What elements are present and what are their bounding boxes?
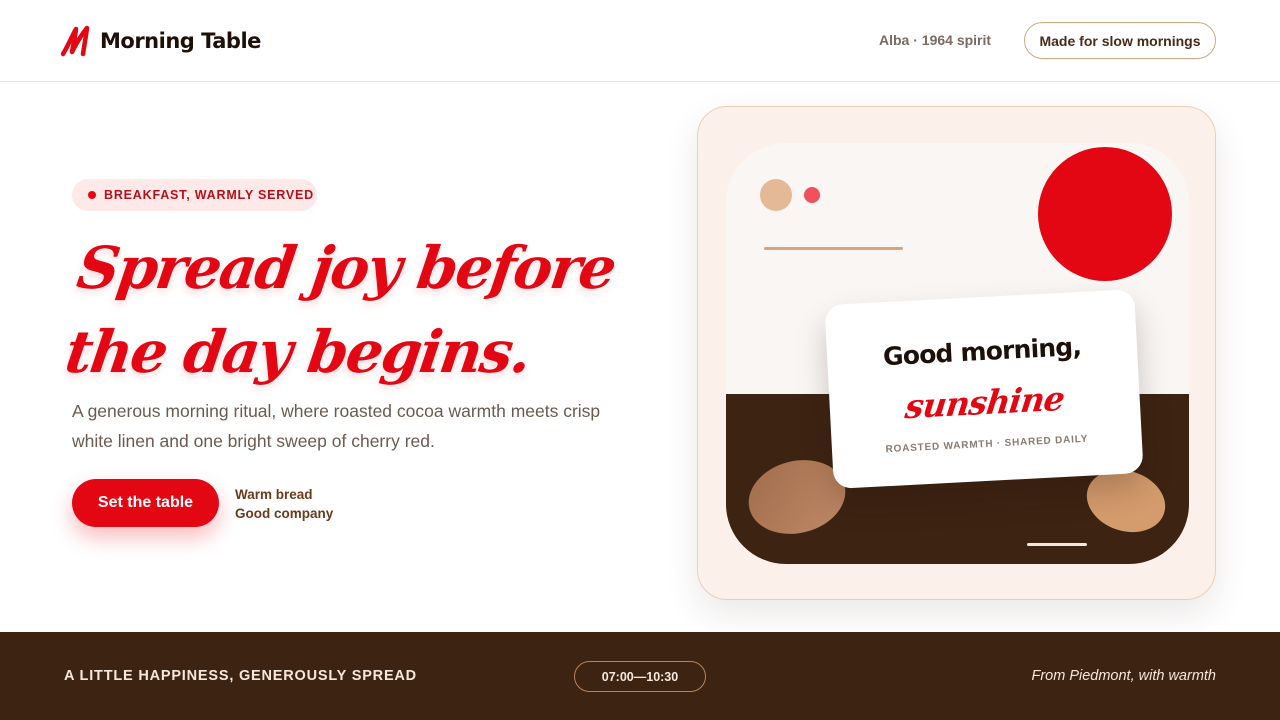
- logo-text: Morning Table: [100, 29, 261, 53]
- greeting-script: sunshine: [903, 378, 1067, 427]
- footer-slogan: A LITTLE HAPPINESS, GENEROUSLY SPREAD: [64, 668, 417, 684]
- slow-mornings-pill-button[interactable]: Made for slow mornings: [1024, 22, 1216, 59]
- set-the-table-button[interactable]: Set the table: [72, 479, 219, 527]
- breakfast-scene: Good morning, sunshine ROASTED WARMTH · …: [726, 143, 1189, 564]
- category-badge: BREAKFAST, WARMLY SERVED: [72, 179, 317, 211]
- headline-line-1: Spread joy before: [73, 234, 620, 302]
- badge-label: BREAKFAST, WARMLY SERVED: [104, 188, 314, 202]
- tan-line-decoration: [764, 247, 903, 250]
- greeting-title: Good morning,: [882, 331, 1082, 372]
- hero-headline: Spread joy before the day begins.: [60, 226, 644, 394]
- greeting-subtitle: ROASTED WARMTH · SHARED DAILY: [885, 433, 1089, 456]
- hero-illustration: Good morning, sunshine ROASTED WARMTH · …: [697, 106, 1216, 600]
- white-dash-decoration: [1027, 543, 1087, 546]
- headline-line-2: the day begins.: [61, 318, 535, 386]
- footer-band: A LITTLE HAPPINESS, GENEROUSLY SPREAD 07…: [0, 632, 1280, 720]
- logo[interactable]: Morning Table: [60, 24, 261, 58]
- red-dot-decoration: [804, 187, 820, 203]
- hero-description: A generous morning ritual, where roasted…: [72, 401, 601, 451]
- footer-origin: From Piedmont, with warmth: [1031, 668, 1216, 684]
- heritage-tagline: Alba · 1964 spirit: [879, 32, 992, 48]
- tan-dot-decoration: [760, 179, 792, 211]
- site-header: Morning Table Alba · 1964 spirit Made fo…: [0, 0, 1280, 82]
- cta-notes: Warm bread Good company: [235, 485, 333, 523]
- note-warm-bread: Warm bread: [235, 487, 313, 502]
- badge-dot-icon: [88, 191, 96, 199]
- greeting-card: Good morning, sunshine ROASTED WARMTH · …: [824, 289, 1144, 489]
- script-m-logo-icon: [60, 25, 90, 57]
- red-sun-circle: [1038, 147, 1172, 281]
- opening-hours-badge: 07:00—10:30: [574, 661, 706, 692]
- note-good-company: Good company: [235, 506, 334, 521]
